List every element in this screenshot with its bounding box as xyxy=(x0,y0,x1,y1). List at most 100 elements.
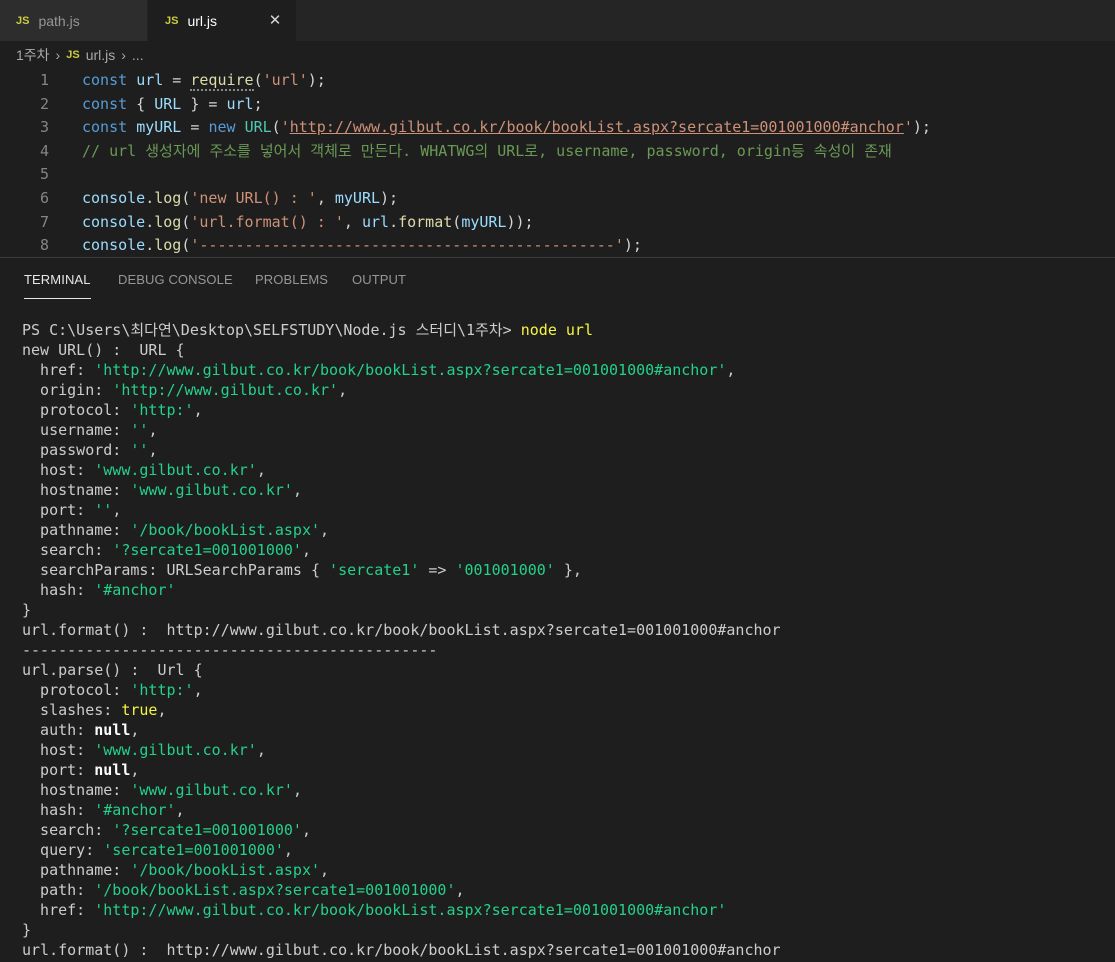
line-number: 8 xyxy=(39,236,49,255)
terminal-text: '' xyxy=(130,441,149,459)
terminal-line: pathname: '/book/bookList.aspx', xyxy=(22,520,1112,540)
terminal-text: 'www.gilbut.co.kr' xyxy=(130,781,293,799)
breadcrumb-file[interactable]: url.js xyxy=(86,47,116,63)
terminal-text: '#anchor' xyxy=(94,581,176,599)
line-number: 4 xyxy=(39,141,49,160)
code-text: console.log('---------------------------… xyxy=(82,236,642,255)
terminal-text: search: xyxy=(22,541,113,559)
terminal-text: => xyxy=(419,561,456,579)
terminal-text: , xyxy=(256,461,266,479)
line-number: 3 xyxy=(39,118,49,137)
terminal-text: query: xyxy=(22,841,104,859)
code-editor[interactable]: 1 const url = require('url'); 2 const { UR… xyxy=(0,69,1115,257)
terminal-text: searchParams: URLSearchParams { xyxy=(22,561,330,579)
terminal-text: hostname: xyxy=(22,481,131,499)
terminal-text: 'www.gilbut.co.kr' xyxy=(94,461,257,479)
terminal-text: , xyxy=(320,521,330,539)
code-line: 6 console.log('new URL() : ', myURL); xyxy=(0,187,1115,211)
terminal-text: , xyxy=(193,401,203,419)
terminal-text: }, xyxy=(554,561,582,579)
terminal-line: protocol: 'http:', xyxy=(22,400,1112,420)
terminal-line: ----------------------------------------… xyxy=(22,640,1112,660)
terminal-text: url.format() : http://www.gilbut.co.kr/b… xyxy=(22,621,781,639)
terminal-line: hostname: 'www.gilbut.co.kr', xyxy=(22,780,1112,800)
terminal-text: '?sercate1=001001000' xyxy=(112,541,302,559)
terminal-text: , xyxy=(148,441,158,459)
code-line: 2 const { URL } = url; xyxy=(0,93,1115,117)
terminal-line: path: '/book/bookList.aspx?sercate1=0010… xyxy=(22,880,1112,900)
code-text: const myURL = new URL('http://www.gilbut… xyxy=(82,118,931,137)
terminal-text: 'http://www.gilbut.co.kr/book/bookList.a… xyxy=(94,901,727,919)
terminal-text: , xyxy=(455,881,465,899)
line-number: 6 xyxy=(39,188,49,207)
active-tab-indicator xyxy=(24,298,91,299)
terminal-text: auth: xyxy=(22,721,95,739)
terminal-line: port: '', xyxy=(22,500,1112,520)
code-text: const url = require('url'); xyxy=(82,71,326,91)
terminal-text: 'www.gilbut.co.kr' xyxy=(130,481,293,499)
terminal-line: url.format() : http://www.gilbut.co.kr/b… xyxy=(22,940,1112,960)
terminal-text: , xyxy=(338,381,348,399)
terminal-text: true xyxy=(121,701,158,719)
terminal-text: url.parse() : Url { xyxy=(22,661,203,679)
terminal-line: query: 'sercate1=001001000', xyxy=(22,840,1112,860)
terminal-text: , xyxy=(175,801,185,819)
terminal-line: new URL() : URL { xyxy=(22,340,1112,360)
terminal-text: ----------------------------------------… xyxy=(22,641,438,659)
terminal-text: href: xyxy=(22,361,95,379)
terminal-output[interactable]: PS C:\Users\최다연\Desktop\SELFSTUDY\Node.j… xyxy=(22,320,1112,960)
line-number: 5 xyxy=(39,165,49,184)
terminal-line: auth: null, xyxy=(22,720,1112,740)
line-number: 7 xyxy=(39,212,49,231)
terminal-text: 'http://www.gilbut.co.kr/book/bookList.a… xyxy=(94,361,727,379)
terminal-text: } xyxy=(22,921,32,939)
terminal-line: href: 'http://www.gilbut.co.kr/book/book… xyxy=(22,360,1112,380)
tab-output[interactable]: OUTPUT xyxy=(352,272,406,287)
terminal-text: pathname: xyxy=(22,861,131,879)
terminal-line: hash: '#anchor', xyxy=(22,800,1112,820)
code-text: console.log('new URL() : ', myURL); xyxy=(82,188,399,207)
line-number: 2 xyxy=(39,94,49,113)
terminal-line: search: '?sercate1=001001000', xyxy=(22,820,1112,840)
terminal-line: origin: 'http://www.gilbut.co.kr', xyxy=(22,380,1112,400)
terminal-text: port: xyxy=(22,761,95,779)
code-line: 1 const url = require('url'); xyxy=(0,69,1115,93)
breadcrumb-more[interactable]: ... xyxy=(132,47,144,63)
javascript-file-icon: JS xyxy=(66,49,80,61)
tab-label: url.js xyxy=(187,12,218,29)
terminal-text: , xyxy=(301,821,311,839)
terminal-line: } xyxy=(22,920,1112,940)
tab-path-js[interactable]: JS path.js xyxy=(0,0,147,41)
breadcrumb-folder[interactable]: 1주차 xyxy=(16,45,50,65)
tab-debug-console[interactable]: DEBUG CONSOLE xyxy=(118,272,233,287)
terminal-line: hash: '#anchor' xyxy=(22,580,1112,600)
terminal-text: pathname: xyxy=(22,521,131,539)
terminal-text: password: xyxy=(22,441,131,459)
terminal-line: url.parse() : Url { xyxy=(22,660,1112,680)
line-number: 1 xyxy=(39,71,49,89)
terminal-text: , xyxy=(726,361,736,379)
tab-url-js[interactable]: JS url.js ✕ xyxy=(148,0,296,41)
terminal-text: port: xyxy=(22,501,95,519)
javascript-file-icon: JS xyxy=(16,14,30,27)
terminal-text: } xyxy=(22,601,32,619)
terminal-text: , xyxy=(157,701,167,719)
terminal-line: username: '', xyxy=(22,420,1112,440)
terminal-line: url.format() : http://www.gilbut.co.kr/b… xyxy=(22,620,1112,640)
code-line: 4 // url 생성자에 주소를 넣어서 객체로 만든다. WHATWG의 UR… xyxy=(0,140,1115,164)
terminal-text: 'http://www.gilbut.co.kr' xyxy=(112,381,339,399)
terminal-text: , xyxy=(301,541,311,559)
close-icon[interactable]: ✕ xyxy=(264,9,286,31)
tab-problems[interactable]: PROBLEMS xyxy=(255,272,328,287)
terminal-text: hash: xyxy=(22,801,95,819)
tab-label: path.js xyxy=(38,12,80,29)
tab-terminal[interactable]: TERMINAL xyxy=(24,272,91,287)
terminal-text: origin: xyxy=(22,381,113,399)
terminal-text: new URL() : URL { xyxy=(22,341,185,359)
chevron-right-icon: › xyxy=(121,47,126,63)
terminal-text: null xyxy=(94,761,131,779)
terminal-line: pathname: '/book/bookList.aspx', xyxy=(22,860,1112,880)
terminal-line: port: null, xyxy=(22,760,1112,780)
terminal-text: '/book/bookList.aspx' xyxy=(130,521,321,539)
terminal-text: , xyxy=(256,741,266,759)
